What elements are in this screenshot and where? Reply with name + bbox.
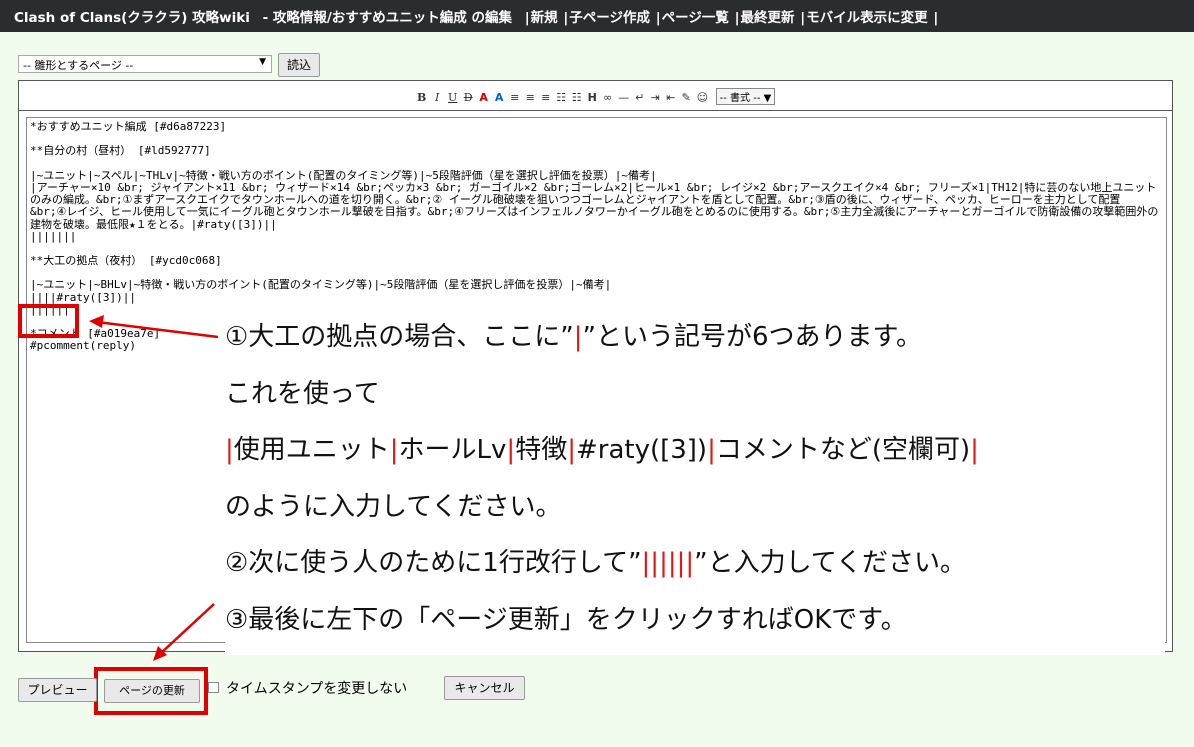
- keep-timestamp-label[interactable]: タイムスタンプを変更しない: [226, 678, 407, 698]
- update-page-button[interactable]: ページの更新: [104, 679, 200, 703]
- cancel-button[interactable]: キャンセル: [444, 676, 525, 700]
- keep-timestamp-checkbox[interactable]: [208, 682, 219, 693]
- arrow-head-icon: [89, 315, 104, 328]
- preview-button[interactable]: プレビュー: [18, 678, 97, 702]
- arrow-to-update-button: [159, 603, 215, 655]
- annotation-arrows: [89, 315, 219, 661]
- arrow-to-pipes: [96, 320, 219, 339]
